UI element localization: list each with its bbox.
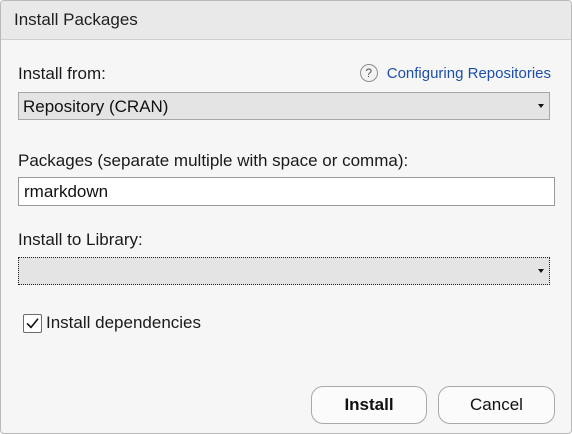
install-dependencies-label: Install dependencies [46,313,202,332]
checkmark-icon [26,317,39,328]
install-from-label: Install from: [18,64,106,83]
help-icon: ? [359,64,378,82]
dialog-titlebar: Install Packages [1,1,571,40]
dialog-title: Install Packages [14,10,138,29]
cancel-button[interactable]: Cancel [438,386,555,424]
install-dependencies-checkbox[interactable] [23,313,42,333]
configuring-repositories-link[interactable]: ? Configuring Repositories [359,64,551,82]
install-packages-dialog: Install Packages Install from: ? Configu… [0,0,572,434]
packages-input[interactable] [18,177,555,206]
install-button[interactable]: Install [311,386,427,424]
install-from-select[interactable]: Repository (CRAN) [18,92,550,120]
chevron-down-icon [538,269,544,273]
packages-label: Packages (separate multiple with space o… [18,151,409,170]
install-from-value: Repository (CRAN) [23,97,169,116]
install-to-library-label: Install to Library: [18,230,143,249]
chevron-down-icon [538,104,544,108]
help-link-text: Configuring Repositories [386,64,551,82]
library-select[interactable] [18,257,550,285]
install-dependencies-option[interactable]: Install dependencies [23,313,201,333]
